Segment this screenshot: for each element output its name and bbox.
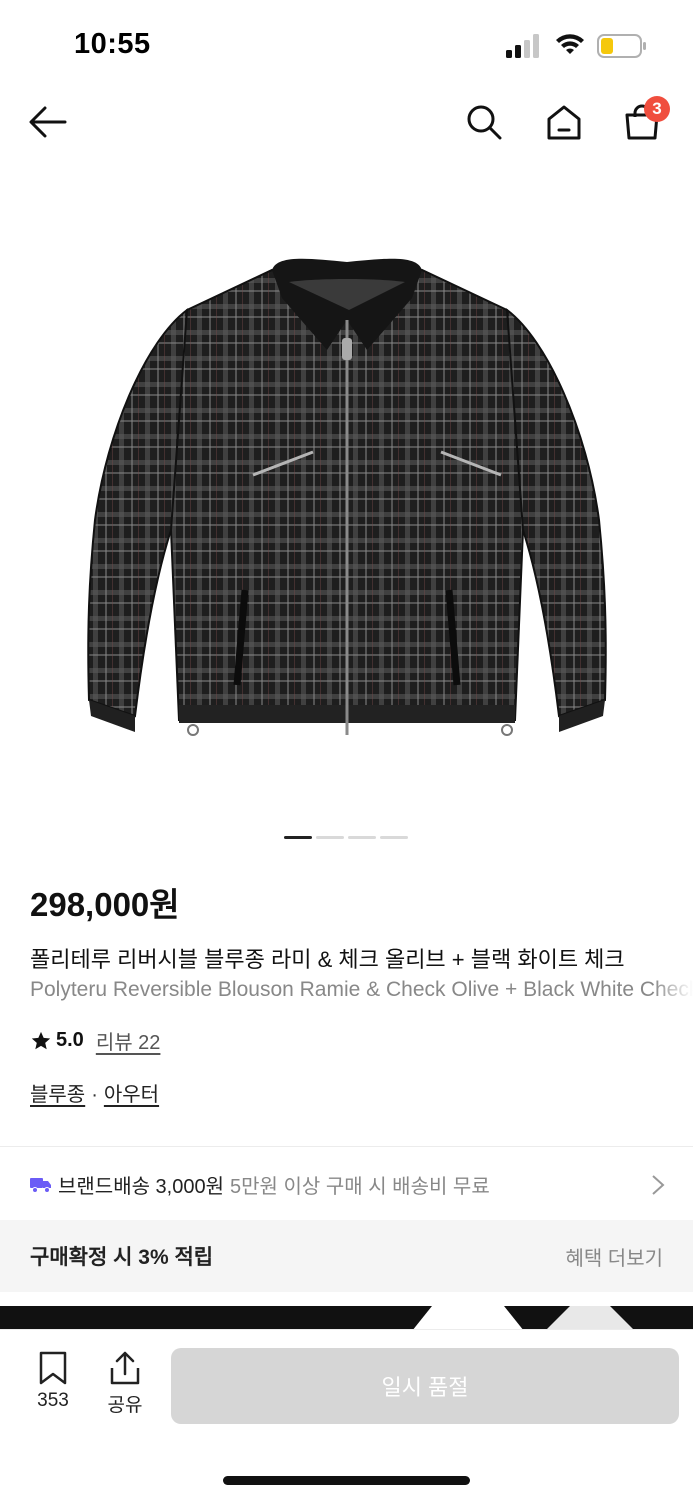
product-title-ko: 폴리테루 리버시블 블루종 라미 & 체크 올리브 + 블랙 화이트 체크 [30, 947, 625, 972]
benefit-more-link[interactable]: 혜택 더보기 [565, 1242, 663, 1271]
pager-dot-active [284, 836, 312, 839]
star-icon [31, 1031, 51, 1049]
category-breadcrumb: 블루종 · 아우터 [30, 1078, 159, 1107]
pager-dot [380, 836, 408, 839]
status-bar: 10:55 [0, 0, 693, 90]
back-button[interactable] [26, 98, 70, 146]
share-icon [110, 1351, 140, 1385]
shipping-info-row[interactable]: 브랜드배송 3,000원 5만원 이상 구매 시 배송비 무료 [0, 1148, 693, 1220]
cart-button[interactable]: 3 [620, 96, 670, 146]
shipping-free-condition: 5만원 이상 구매 시 배송비 무료 [230, 1175, 490, 1198]
wifi-icon [556, 34, 584, 54]
category-link-blouson[interactable]: 블루종 [30, 1084, 85, 1106]
image-pager [284, 836, 408, 839]
truck-icon [30, 1178, 51, 1193]
pager-dot [348, 836, 376, 839]
battery-icon [597, 34, 646, 58]
share-button[interactable]: 공유 [100, 1350, 150, 1417]
search-icon [467, 105, 502, 140]
home-button[interactable] [542, 98, 586, 146]
top-nav: 3 [0, 90, 693, 160]
bookmark-icon [39, 1351, 67, 1385]
benefit-text: 구매확정 시 3% 적립 [30, 1246, 214, 1269]
sold-out-button[interactable]: 일시 품절 [171, 1348, 679, 1424]
section-divider [0, 1146, 693, 1147]
chevron-right-icon [652, 1175, 665, 1195]
share-label: 공유 [107, 1395, 143, 1416]
cart-count-badge: 3 [644, 96, 670, 122]
jacket-image [86, 258, 607, 736]
status-time: 10:55 [74, 28, 151, 60]
bookmark-button[interactable]: 353 [28, 1350, 78, 1412]
bookmark-count: 353 [37, 1390, 69, 1411]
title-fade [653, 940, 693, 1010]
pager-dot [316, 836, 344, 839]
category-separator: · [91, 1084, 98, 1106]
product-price: 298,000원 [30, 886, 180, 923]
review-count-link[interactable]: 리뷰 22 [96, 1026, 161, 1055]
product-title-en: Polyteru Reversible Blouson Ramie & Chec… [30, 978, 693, 1001]
rating-value: 5.0 [56, 1029, 84, 1051]
cellular-signal-icon [506, 34, 539, 58]
home-icon [547, 105, 581, 140]
home-indicator [223, 1476, 470, 1485]
bottom-action-bar: 353 공유 일시 품절 [0, 1330, 693, 1500]
rating-row: 5.0 리뷰 22 [30, 1026, 160, 1055]
arrow-left-icon [29, 106, 67, 138]
search-button[interactable] [462, 98, 506, 146]
benefit-row: 구매확정 시 3% 적립 혜택 더보기 [0, 1220, 693, 1292]
product-image[interactable] [0, 200, 693, 790]
category-link-outer[interactable]: 아우터 [104, 1084, 159, 1106]
shipping-fee: 브랜드배송 3,000원 [58, 1175, 225, 1198]
